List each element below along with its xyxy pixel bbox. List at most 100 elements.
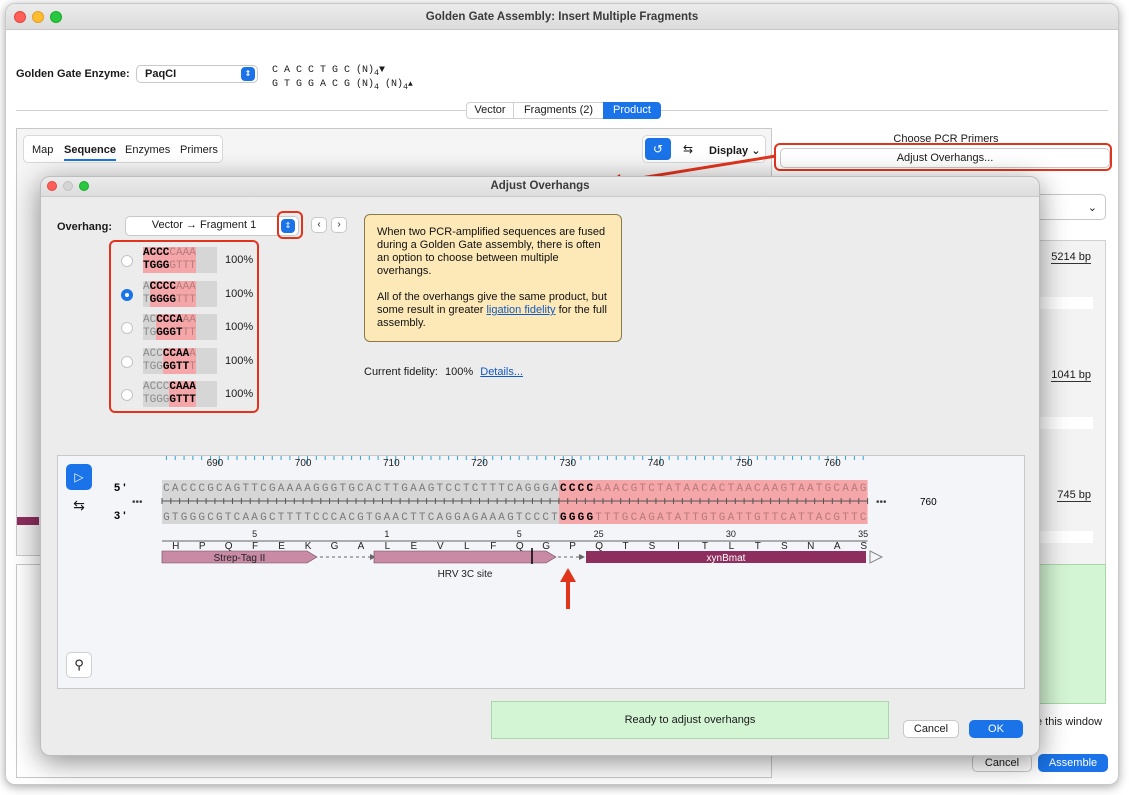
overhang-select[interactable]: Vector → Fragment 1 ⇕ <box>125 216 299 236</box>
base-top: G <box>525 483 532 495</box>
base-top: C <box>507 483 514 495</box>
overhang-sequence: ACCCCAAA TGGGGTTT <box>143 280 217 307</box>
base-bottom: C <box>428 512 435 524</box>
overhang-radio[interactable] <box>121 355 133 368</box>
overhang-label: Overhang: <box>57 221 113 233</box>
overhang-radio[interactable] <box>121 288 133 301</box>
cut-marker-bottom-icon: ▲ <box>408 80 413 89</box>
base-top: G <box>631 483 638 495</box>
base-bottom: G <box>648 512 655 524</box>
base-top: G <box>534 483 541 495</box>
overhang-radio[interactable] <box>121 322 133 334</box>
base-bottom: A <box>340 512 347 524</box>
aa-number: 35 <box>858 529 868 539</box>
base-bottom: T <box>366 512 373 524</box>
amino-acid: A <box>358 541 365 552</box>
base-bottom: T <box>807 512 814 524</box>
enzyme-select[interactable]: PaqCI ⇕ <box>136 65 258 83</box>
base-bottom: A <box>675 512 682 524</box>
base-bottom: G <box>719 512 726 524</box>
aa-number: 30 <box>726 529 736 539</box>
details-link[interactable]: Details... <box>480 366 523 378</box>
overhang-strand: ACCCCAAA <box>143 314 217 327</box>
next-overhang-button[interactable]: › <box>331 217 347 233</box>
base-top: G <box>348 483 355 495</box>
base-top: A <box>172 483 179 495</box>
tab-product[interactable]: Product <box>603 102 661 119</box>
base-top: C <box>719 483 726 495</box>
assembly-tabs: Vector Fragments (2) Product <box>466 102 666 119</box>
tab-fragments[interactable]: Fragments (2) <box>513 102 604 119</box>
overhang-radio[interactable] <box>121 255 133 267</box>
base-top: T <box>340 483 347 495</box>
assemble-button[interactable]: Assemble <box>1038 754 1108 772</box>
highlight-overhang-select <box>277 211 303 239</box>
base-bottom: T <box>683 512 690 524</box>
base-bottom: T <box>666 512 673 524</box>
previous-overhang-button[interactable]: ‹ <box>311 217 327 233</box>
overhang-sequence: ACCCCAAA TGGGGTTT <box>143 347 217 374</box>
main-cancel-button[interactable]: Cancel <box>972 754 1032 772</box>
base-bottom: T <box>278 512 285 524</box>
overhang-fidelity: 100% <box>225 388 254 400</box>
ruler-label: 720 <box>471 458 488 469</box>
base-bottom: T <box>851 512 858 524</box>
overhang-option[interactable]: ACCCCAAA TGGGGTTT 100% <box>119 245 255 275</box>
overhang-bases: GGGG <box>149 293 177 307</box>
info-box: When two PCR-amplified sequences are fus… <box>364 214 622 342</box>
overhang-sequence: ACCCCAAA TGGGGTTT <box>143 381 217 407</box>
overhang-bases: ACCC <box>143 247 170 260</box>
base-top: A <box>551 483 558 495</box>
ligation-fidelity-link[interactable]: ligation fidelity <box>486 304 555 316</box>
base-top: T <box>489 483 496 495</box>
tab-map[interactable]: Map <box>32 144 53 156</box>
overhang-bases: T <box>189 360 196 374</box>
amino-acid: T <box>702 541 708 552</box>
amino-acid: P <box>569 541 576 552</box>
ok-button[interactable]: OK <box>969 720 1023 738</box>
overhang-bases: TTT <box>176 293 196 307</box>
aa-number: 1 <box>384 529 389 539</box>
base-bottom: A <box>498 512 505 524</box>
overhang-option[interactable]: ACCCCAAA TGGGGTTT 100% <box>119 379 255 409</box>
base-top: T <box>392 483 399 495</box>
base-top-overhang: C <box>586 483 593 495</box>
base-top: A <box>666 483 673 495</box>
amino-acid: G <box>331 541 339 552</box>
tab-sequence[interactable]: Sequence <box>64 144 116 161</box>
overhang-radio[interactable] <box>121 389 133 401</box>
base-bottom: G <box>198 512 205 524</box>
base-top: C <box>454 483 461 495</box>
base-bottom: T <box>304 512 311 524</box>
amino-acid: Q <box>595 541 603 552</box>
dialog-cancel-button[interactable]: Cancel <box>903 720 959 738</box>
overhang-option[interactable]: ACCCCAAA TGGGGTTT 100% <box>119 312 255 342</box>
base-bottom: C <box>269 512 276 524</box>
tab-vector[interactable]: Vector <box>466 102 514 119</box>
enzyme-value: PaqCI <box>145 68 177 80</box>
base-top-overhang: C <box>569 483 576 495</box>
base-bottom: T <box>736 512 743 524</box>
base-top: G <box>322 483 329 495</box>
base-bottom: C <box>542 512 549 524</box>
aa-number: 5 <box>252 529 257 539</box>
overhang-fidelity: 100% <box>225 287 254 300</box>
tab-primers[interactable]: Primers <box>180 144 218 156</box>
ellipsis-right: ••• <box>876 497 887 508</box>
sequence-view: ▷ ⇆ ⚲ 690 700 710 720 730 740 750 760 5 ' 3 ' ••• •… <box>57 455 1025 689</box>
overhang-option[interactable]: ACCCCAAA TGGGGTTT 100% <box>119 279 255 309</box>
size-3: 745 bp <box>1057 489 1091 502</box>
amino-acid: P <box>199 541 206 552</box>
base-top: A <box>604 483 611 495</box>
amino-acid: G <box>542 541 550 552</box>
base-bottom: G <box>833 512 840 524</box>
base-top: G <box>825 483 832 495</box>
base-bottom: G <box>190 512 197 524</box>
base-top: G <box>401 483 408 495</box>
overhang-strand: ACCCCAAA <box>143 247 217 260</box>
base-bottom: G <box>701 512 708 524</box>
overhang-option[interactable]: ACCCCAAA TGGGGTTT 100% <box>119 346 255 376</box>
strand-3-label: 3 ' <box>114 510 126 522</box>
base-bottom: T <box>604 512 611 524</box>
tab-enzymes[interactable]: Enzymes <box>125 144 170 156</box>
